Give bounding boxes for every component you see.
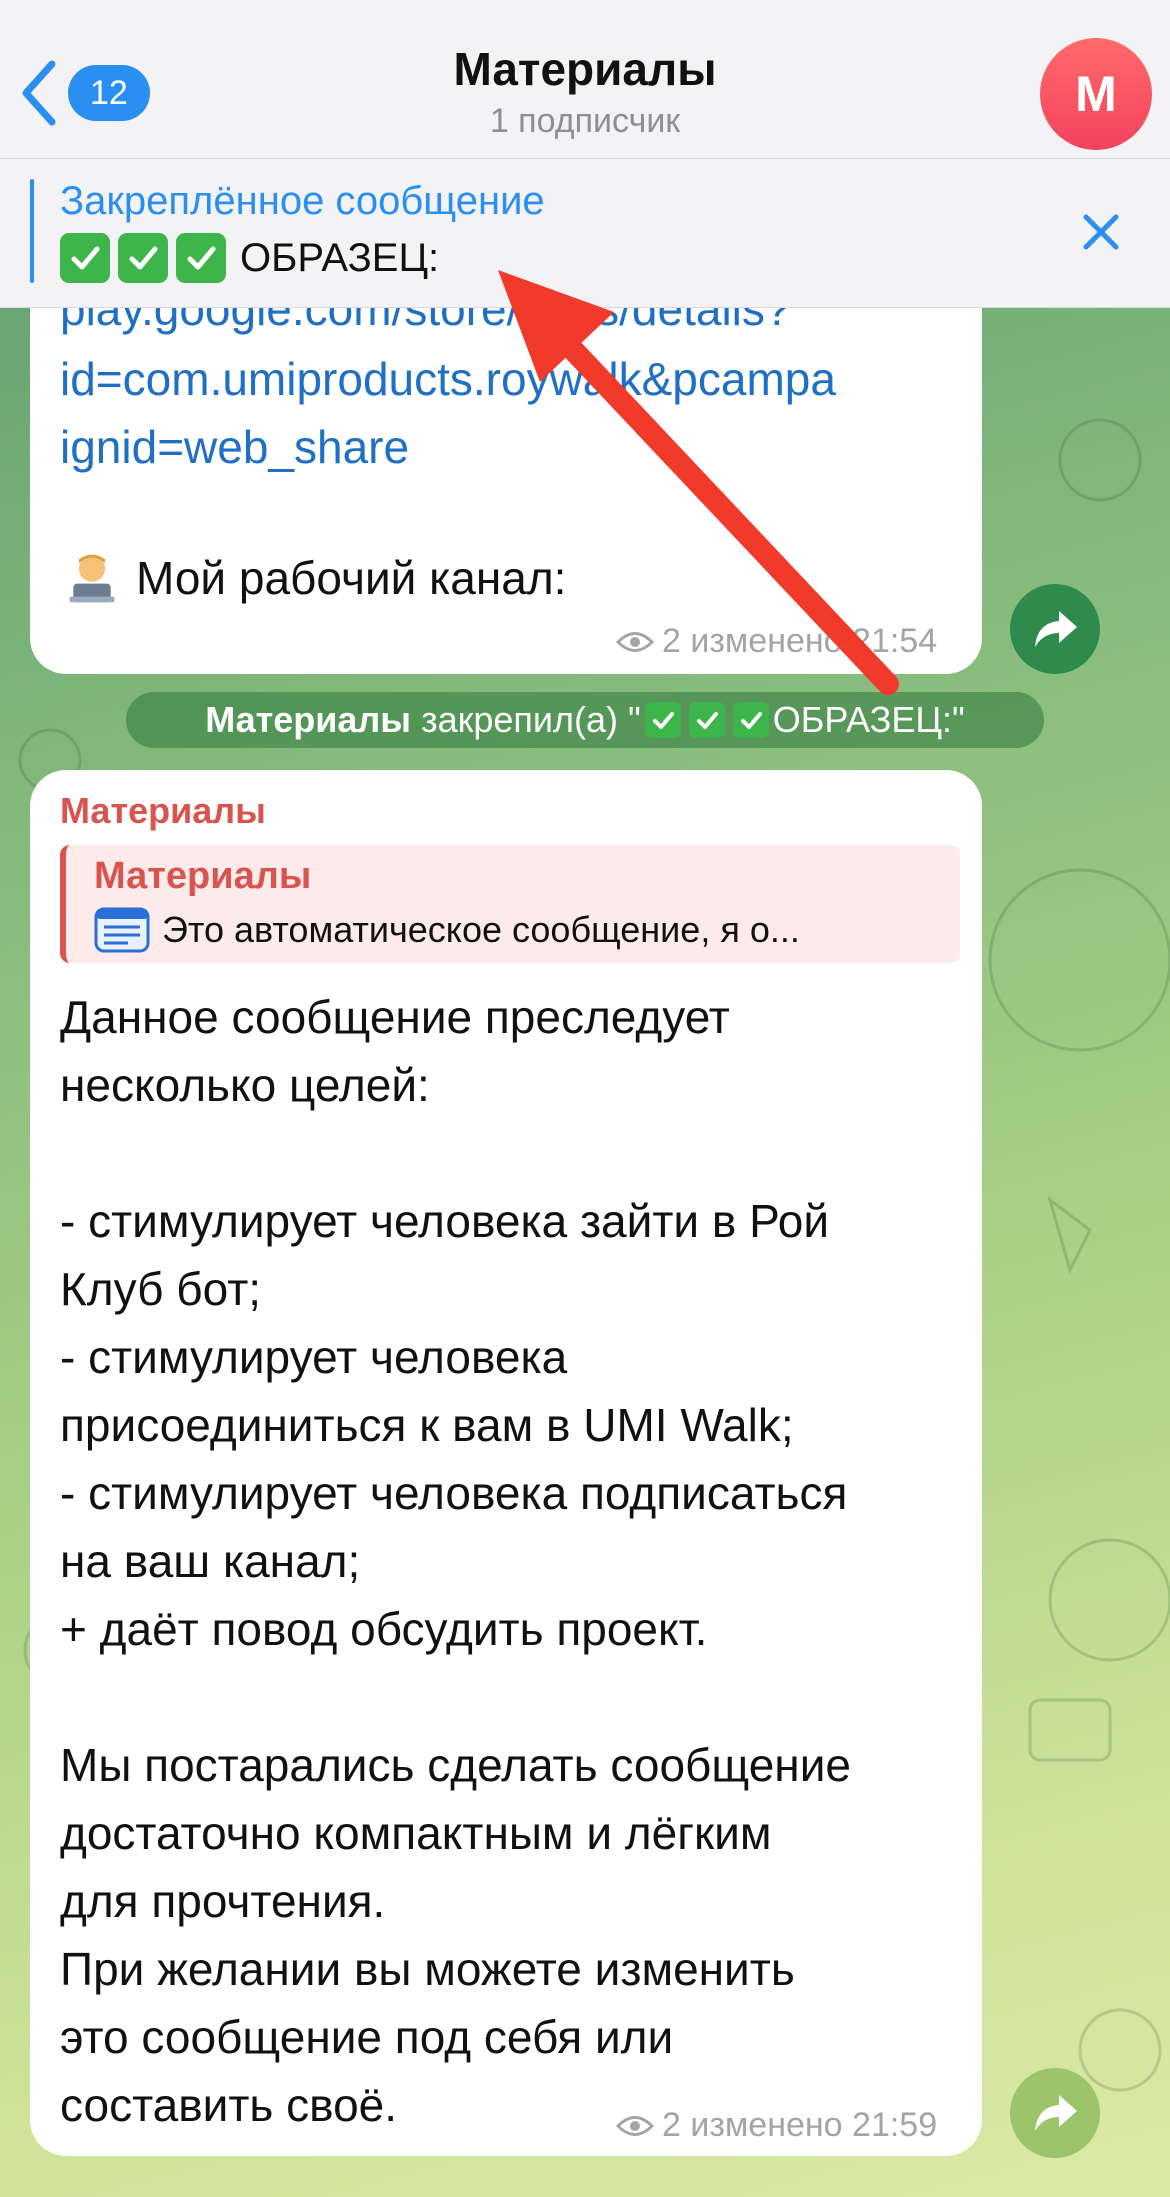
pinned-accent-line (30, 179, 34, 283)
pinned-text: ОБРАЗЕЦ: (240, 235, 440, 280)
message-line: Клуб бот; (60, 1263, 262, 1315)
message-line: несколько целей: (60, 1059, 430, 1111)
chat-header: 12 Материалы 1 подписчик М (0, 0, 1170, 159)
checkmark-icon (60, 233, 110, 283)
message-line: При желании вы можете изменить (60, 1943, 795, 1995)
reply-preview[interactable]: Материалы Это автоматическое сообщение, … (60, 845, 960, 963)
reply-sender: Материалы (94, 855, 312, 897)
service-message-pinned: Материалы закрепил(а) " ОБРАЗЕЦ:" (126, 692, 1044, 748)
message-line: на ваш канал; (60, 1535, 361, 1587)
chat-subtitle: 1 подписчик (489, 102, 681, 140)
eye-icon (616, 2115, 654, 2136)
checkmark-icon (644, 702, 681, 738)
message-line: это сообщение под себя или (60, 2011, 674, 2063)
checkmark-icon (688, 702, 725, 738)
document-icon (94, 907, 150, 953)
technologist-emoji-icon (69, 554, 115, 603)
message-sender[interactable]: Материалы (60, 790, 266, 832)
message-line: присоединиться к вам в UMI Walk; (60, 1399, 794, 1451)
message-line: - стимулирует человека зайти в Рой (60, 1195, 830, 1247)
message-line: составить своё. (60, 2079, 398, 2131)
message-line: - стимулирует человека подписаться (60, 1467, 848, 1519)
chat-title[interactable]: Материалы (0, 42, 1170, 96)
share-button[interactable] (1010, 2068, 1100, 2158)
message-link[interactable]: ignid=web_share (60, 420, 409, 474)
close-icon[interactable] (1076, 207, 1126, 257)
message-line: Мы постарались сделать сообщение (60, 1739, 851, 1791)
forward-arrow-icon (1035, 2095, 1077, 2131)
checkmark-icon (176, 233, 226, 283)
pinned-label: Закреплённое сообщение (60, 179, 545, 223)
pinned-preview: ОБРАЗЕЦ: (60, 233, 439, 283)
message-line: + даёт повод обсудить проект. (60, 1603, 708, 1655)
checkmark-icon (732, 702, 769, 738)
message-text: Мой рабочий канал: (64, 550, 566, 606)
message-line: достаточно компактным и лёгким (60, 1807, 772, 1859)
message-line: для прочтения. (60, 1875, 386, 1927)
message-meta: 2 изменено 21:59 (616, 2106, 937, 2145)
share-button[interactable] (1010, 584, 1100, 674)
message-line: - стимулирует человека (60, 1331, 568, 1383)
checkmark-icon (118, 233, 168, 283)
eye-icon (616, 631, 654, 652)
message-line: Данное сообщение преследует (60, 991, 730, 1043)
forward-arrow-icon (1035, 611, 1077, 647)
message-link[interactable]: id=com.umiproducts.roywalk&pcampa (60, 352, 836, 406)
message-meta: 2 изменено 21:54 (616, 622, 937, 661)
channel-avatar[interactable]: М (1040, 38, 1152, 150)
reply-text: Это автоматическое сообщение, я о... (94, 907, 800, 953)
pinned-message-bar[interactable]: Закреплённое сообщение ОБРАЗЕЦ: (0, 159, 1170, 308)
